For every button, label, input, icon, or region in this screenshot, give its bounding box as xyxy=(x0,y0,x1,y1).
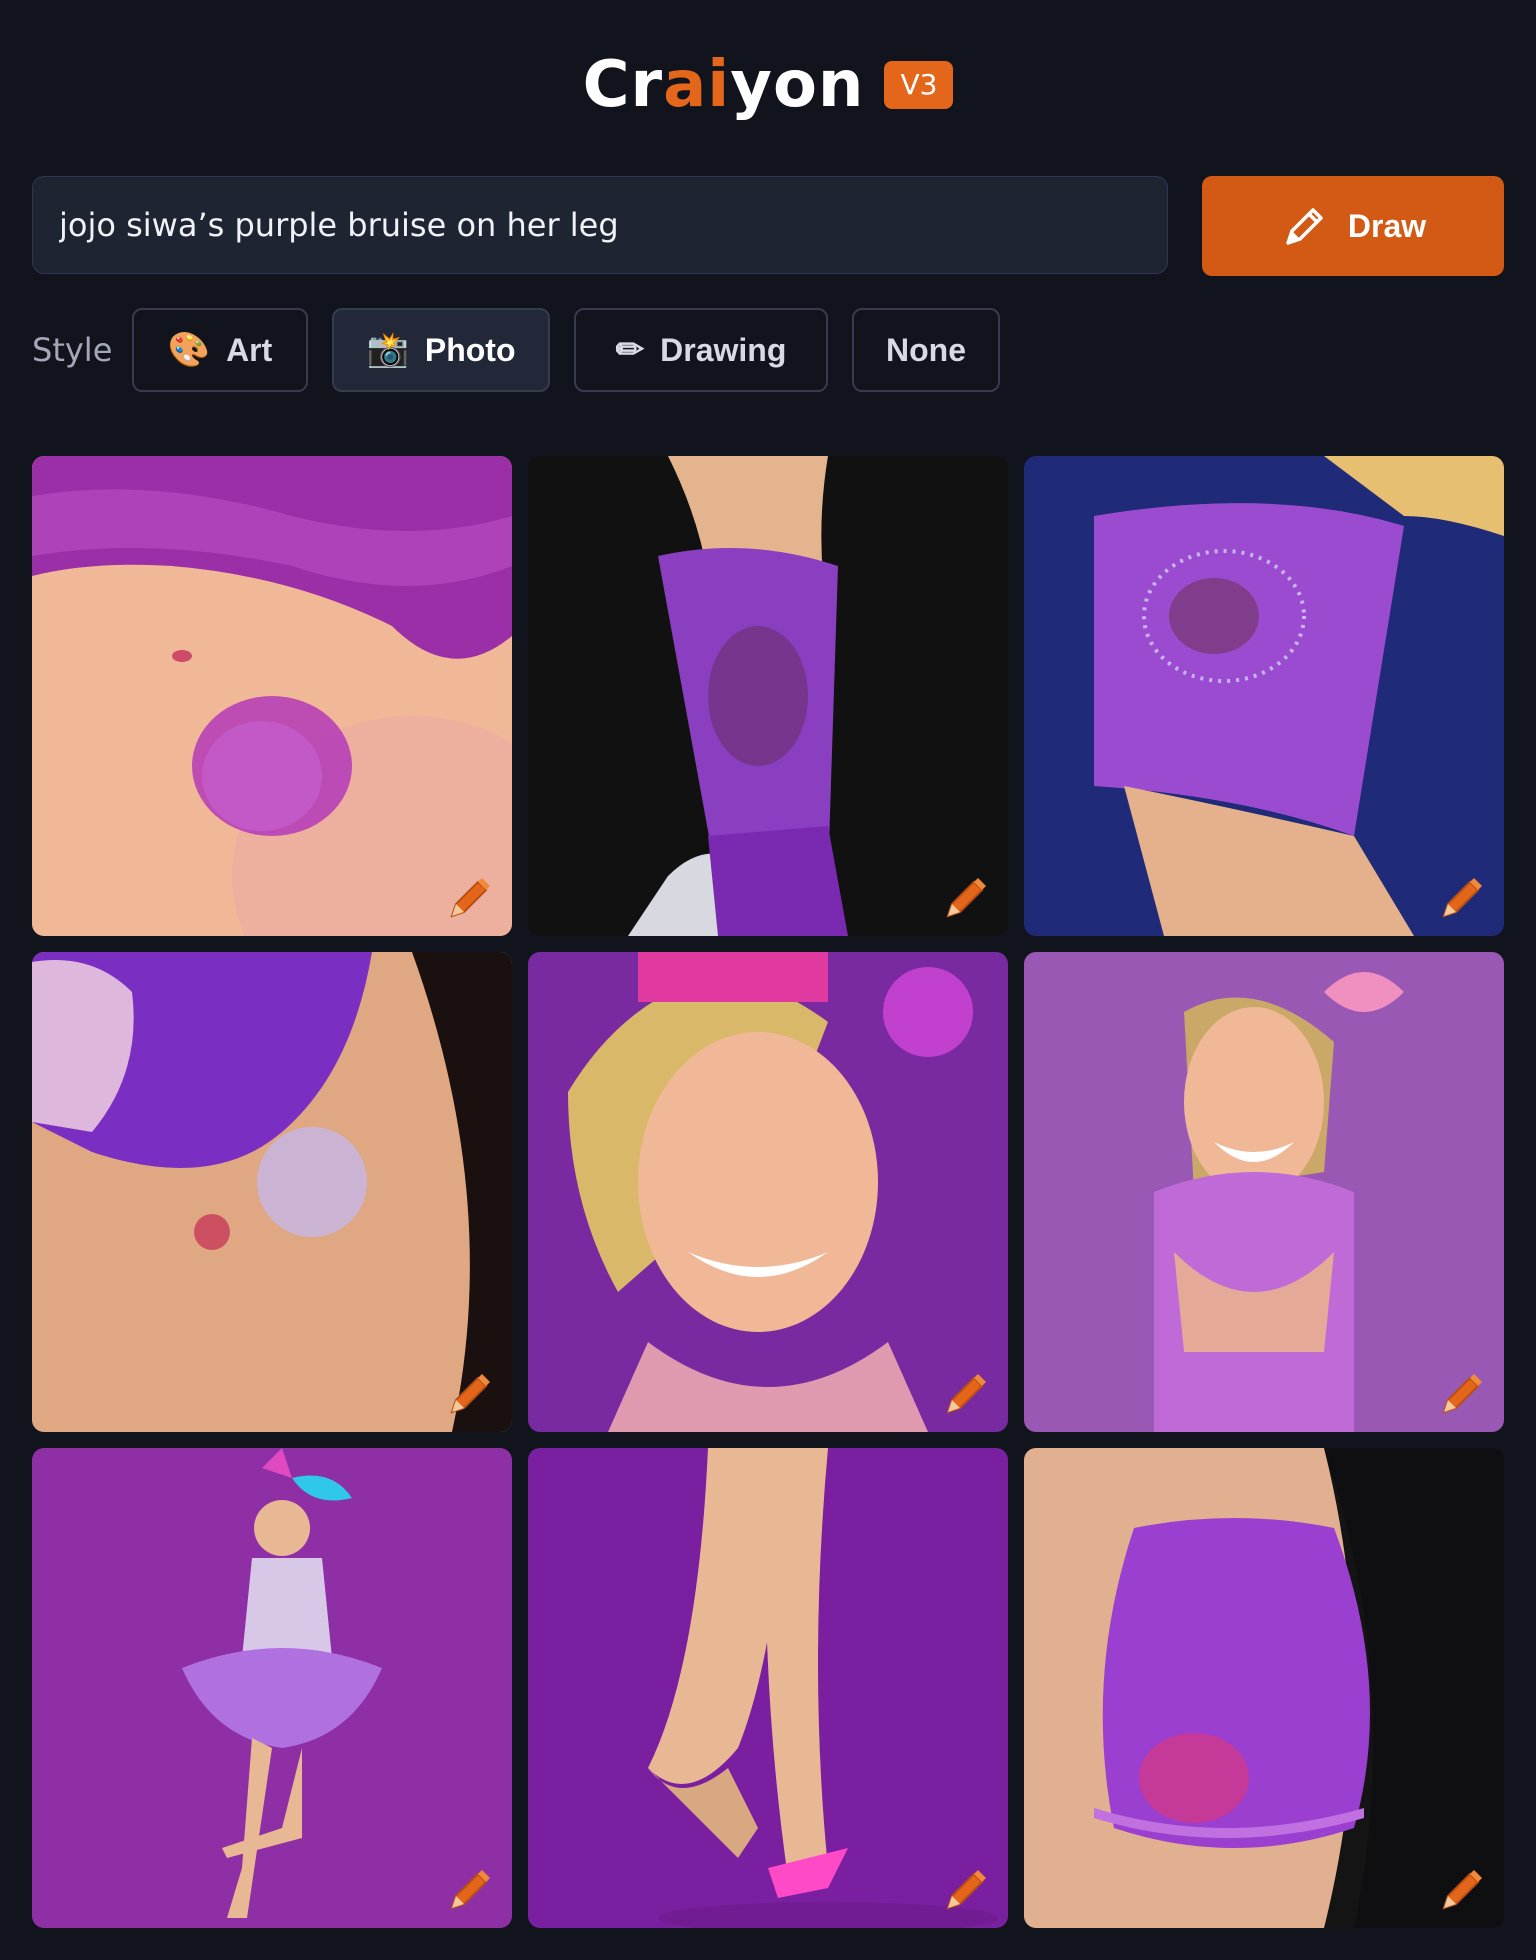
style-option-photo[interactable]: 📸 Photo xyxy=(332,308,550,392)
draw-button[interactable]: Draw xyxy=(1202,176,1504,276)
generated-image xyxy=(528,952,1008,1432)
pencil-icon xyxy=(1286,208,1323,245)
pencil-icon[interactable] xyxy=(1436,1368,1486,1418)
palette-icon: 🎨 xyxy=(167,331,211,369)
pencil-icon[interactable] xyxy=(1436,872,1486,922)
version-badge: V3 xyxy=(884,61,954,109)
result-image-3[interactable] xyxy=(1024,456,1504,936)
style-option-none[interactable]: None xyxy=(852,308,1000,392)
pencil-icon[interactable] xyxy=(1436,1864,1486,1914)
pencil-icon[interactable] xyxy=(444,872,494,922)
result-image-2[interactable] xyxy=(528,456,1008,936)
result-image-4[interactable] xyxy=(32,952,512,1432)
generated-image xyxy=(1024,952,1504,1432)
app-header: Craiyon V3 xyxy=(0,40,1536,130)
generated-image xyxy=(528,1448,1008,1928)
style-option-label: None xyxy=(886,331,966,368)
results-grid xyxy=(32,456,1504,1928)
result-image-1[interactable] xyxy=(32,456,512,936)
draw-button-label: Draw xyxy=(1347,207,1427,244)
pencil-icon[interactable] xyxy=(940,1368,990,1418)
pencil-icon: ✏ xyxy=(615,331,645,369)
generated-image xyxy=(32,952,512,1432)
craiyon-logo[interactable]: Craiyon xyxy=(583,53,865,117)
result-image-7[interactable] xyxy=(32,1448,512,1928)
pencil-icon[interactable] xyxy=(940,872,990,922)
generated-image xyxy=(32,456,512,936)
result-image-8[interactable] xyxy=(528,1448,1008,1928)
generated-image xyxy=(1024,456,1504,936)
pencil-icon[interactable] xyxy=(444,1864,494,1914)
style-option-label: Photo xyxy=(424,331,516,368)
style-option-label: Drawing xyxy=(660,331,787,368)
result-image-9[interactable] xyxy=(1024,1448,1504,1928)
generated-image xyxy=(32,1448,512,1928)
style-option-art[interactable]: 🎨 Art xyxy=(132,308,308,392)
prompt-row: Draw xyxy=(32,176,1504,276)
result-image-5[interactable] xyxy=(528,952,1008,1432)
pencil-icon[interactable] xyxy=(444,1368,494,1418)
generated-image xyxy=(1024,1448,1504,1928)
result-image-6[interactable] xyxy=(1024,952,1504,1432)
style-option-label: Art xyxy=(226,331,273,368)
pencil-icon[interactable] xyxy=(940,1864,990,1914)
style-selector: Style 🎨 Art 📸 Photo ✏ Drawing None xyxy=(32,308,1000,392)
prompt-input[interactable] xyxy=(32,176,1168,274)
generated-image xyxy=(528,456,1008,936)
style-label: Style xyxy=(32,331,113,369)
camera-flash-icon: 📸 xyxy=(366,331,409,369)
style-option-drawing[interactable]: ✏ Drawing xyxy=(574,308,828,392)
